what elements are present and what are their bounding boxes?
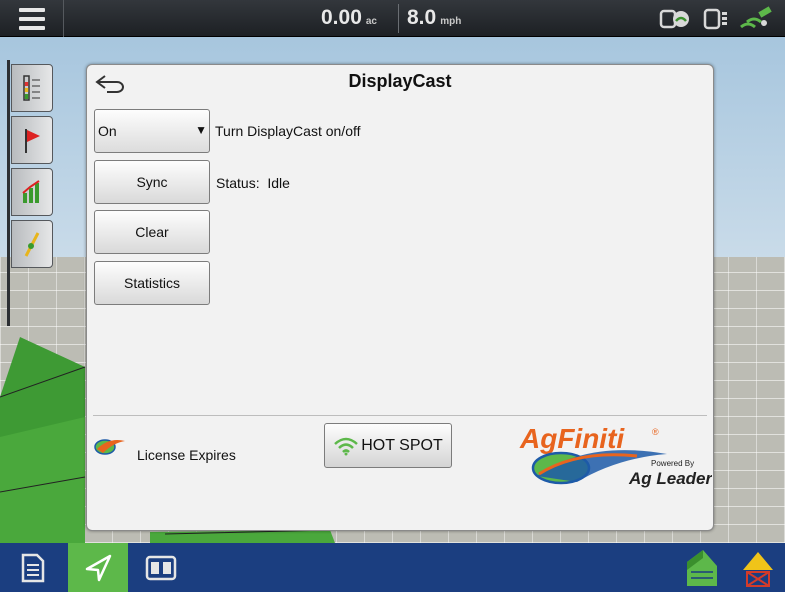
agfiniti-swoosh-icon <box>94 439 125 455</box>
tab-charts[interactable] <box>11 168 53 216</box>
bottom-nav-bar <box>0 543 785 592</box>
speed-unit: mph <box>440 16 462 27</box>
svg-text:®: ® <box>652 427 659 437</box>
warning-icon <box>743 551 773 587</box>
mode-description: Turn DisplayCast on/off <box>215 123 361 139</box>
warning-button[interactable] <box>736 543 780 592</box>
dialog-title: DisplayCast <box>348 71 452 91</box>
displaycast-mode-select[interactable]: On ▼ <box>94 109 210 153</box>
navigate-icon <box>85 554 112 581</box>
statistics-button[interactable]: Statistics <box>94 261 210 305</box>
wifi-icon <box>334 437 359 455</box>
left-tab-strip <box>7 60 53 326</box>
chart-icon <box>22 180 40 203</box>
hamburger-menu-icon[interactable] <box>0 0 64 37</box>
logo-maker: Ag Leader <box>628 469 712 488</box>
area-unit: ac <box>365 16 377 27</box>
guidance-icon <box>24 232 40 257</box>
logo-powered-by: Powered By <box>651 459 694 468</box>
logo-brand-text: AgFiniti <box>519 423 625 454</box>
field-icon <box>687 549 717 586</box>
agfiniti-logo-graphic: AgFiniti ® Powered By Ag Leader <box>519 423 714 488</box>
flag-icon <box>25 129 40 153</box>
hotspot-button[interactable]: HOT SPOT <box>324 423 452 468</box>
readout-divider <box>398 4 399 33</box>
tab-strip-bar <box>7 60 10 326</box>
status-icon-group <box>659 5 773 33</box>
document-button[interactable] <box>8 543 58 592</box>
displaycast-dialog: DisplayCast On ▼ Turn DisplayCast on/off… <box>86 64 714 531</box>
hotspot-label: HOT SPOT <box>361 436 443 454</box>
gps-satellite-icon[interactable] <box>739 5 773 33</box>
tab-guidance[interactable] <box>11 220 53 268</box>
speed-value: 8.0 <box>407 6 437 29</box>
document-icon <box>21 553 45 582</box>
connection-icon[interactable] <box>659 7 693 31</box>
mode-select-value: On <box>98 123 117 139</box>
tab-markers[interactable] <box>11 116 53 164</box>
clear-button[interactable]: Clear <box>94 210 210 254</box>
split-screen-icon <box>145 555 177 580</box>
status-text: Status: Idle <box>216 175 290 191</box>
top-status-bar: 0.00 ac 8.0 mph <box>0 0 785 37</box>
split-screen-button[interactable] <box>136 543 186 592</box>
license-expires-label: License Expires <box>137 447 236 463</box>
dropdown-arrow-icon: ▼ <box>195 123 207 137</box>
navigate-button[interactable] <box>68 543 128 592</box>
dialog-divider <box>93 415 707 416</box>
gauge-icon <box>23 75 40 101</box>
sync-button[interactable]: Sync <box>94 160 210 204</box>
agfiniti-logo: AgFiniti ® Powered By Ag Leader <box>517 420 714 495</box>
tab-gauges[interactable] <box>11 64 53 112</box>
area-readout[interactable]: 0.00 ac <box>321 0 377 37</box>
field-button[interactable] <box>674 543 724 592</box>
device-icon[interactable] <box>703 7 729 31</box>
speed-readout[interactable]: 8.0 mph <box>407 0 461 37</box>
area-value: 0.00 <box>321 6 362 29</box>
